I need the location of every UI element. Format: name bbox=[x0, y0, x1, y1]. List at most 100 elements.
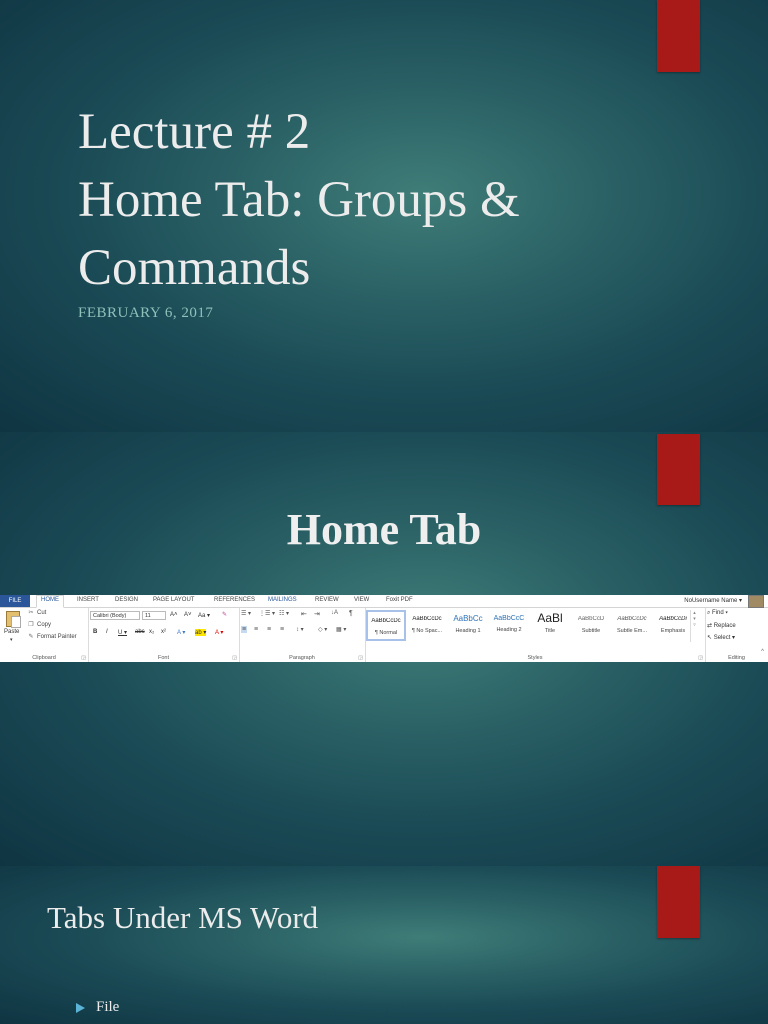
styles-gallery: AaBbCcDc ¶ Normal AaBbCcDc ¶ No Spac... Aa… bbox=[365, 609, 698, 643]
font-size-select[interactable]: 11 bbox=[142, 611, 166, 620]
copy-button[interactable]: ❐ Copy bbox=[27, 621, 51, 628]
subscript-button[interactable]: x₂ bbox=[149, 629, 154, 635]
group-label: Clipboard bbox=[32, 655, 56, 661]
find-label: Find ▾ bbox=[712, 610, 728, 616]
more-icon[interactable]: ▿ bbox=[691, 622, 698, 628]
title-line: Lecture # 2 bbox=[78, 104, 311, 160]
font-group: Calibri (Body) 11 A˄ A˅ Aa ▾ ✎ B I U ▾ a… bbox=[88, 608, 240, 662]
underline-button[interactable]: U ▾ bbox=[118, 629, 127, 636]
format-painter-label: Format Painter bbox=[37, 634, 77, 640]
tab-references[interactable]: REFERENCES bbox=[214, 597, 255, 603]
strikethrough-button[interactable]: abc bbox=[135, 629, 145, 635]
style-no-spacing[interactable]: AaBbCcDc ¶ No Spac... bbox=[407, 610, 447, 641]
replace-button[interactable]: ⇄ Replace bbox=[707, 622, 736, 629]
tab-foxit-pdf[interactable]: Foxit PDF bbox=[386, 597, 413, 603]
align-right-button[interactable]: ≡ bbox=[267, 626, 271, 633]
slide-3: Tabs Under MS Word File bbox=[0, 866, 768, 1024]
borders-button[interactable]: ▦ ▾ bbox=[336, 626, 346, 633]
justify-button[interactable]: ≡ bbox=[280, 626, 284, 633]
tab-design[interactable]: DESIGN bbox=[115, 597, 138, 603]
paragraph-group: ☰ ▾ ⋮☰ ▾ ☷ ▾ ⇤ ⇥ ↓A ¶ ≡ ≡ ≡ ≡ ↕ ▾ ◇ ▾ ▦ … bbox=[239, 608, 366, 662]
shrink-font-button[interactable]: A˅ bbox=[184, 612, 192, 618]
style-name: ¶ Normal bbox=[374, 630, 398, 636]
avatar[interactable] bbox=[748, 595, 764, 608]
tab-file[interactable]: FILE bbox=[0, 595, 30, 607]
slide-1: Lecture # 2 Home Tab: Groups & Commands … bbox=[0, 0, 768, 432]
dialog-launcher-icon[interactable]: ◲ bbox=[81, 655, 86, 661]
style-preview: AaBbCcDi bbox=[659, 616, 687, 622]
numbering-button[interactable]: ⋮☰ ▾ bbox=[259, 610, 275, 617]
style-name: Heading 1 bbox=[455, 628, 481, 634]
style-subtle-emphasis[interactable]: AaBbCcDc Subtle Em... bbox=[612, 610, 652, 641]
superscript-button[interactable]: x² bbox=[161, 629, 166, 635]
slide-2: Home Tab FILE HOME INSERT DESIGN PAGE LA… bbox=[0, 432, 768, 866]
line-spacing-button[interactable]: ↕ ▾ bbox=[296, 626, 304, 633]
dialog-launcher-icon[interactable]: ◲ bbox=[232, 655, 237, 661]
tab-view[interactable]: VIEW bbox=[354, 597, 369, 603]
gallery-scrollbar[interactable]: ▴ ▾ ▿ bbox=[690, 610, 698, 642]
grow-font-button[interactable]: A˄ bbox=[170, 612, 178, 618]
style-emphasis[interactable]: AaBbCcDi Emphasis bbox=[653, 610, 693, 641]
accent-block bbox=[657, 0, 700, 72]
font-color-button[interactable]: A ▾ bbox=[215, 629, 223, 636]
select-button[interactable]: ↖ Select ▾ bbox=[707, 634, 735, 641]
style-normal[interactable]: AaBbCcDc ¶ Normal bbox=[366, 610, 406, 641]
font-name-select[interactable]: Calibri (Body) bbox=[90, 611, 140, 620]
bullet-text: File bbox=[96, 999, 120, 1015]
clear-formatting-button[interactable]: ✎ bbox=[222, 611, 227, 618]
chevron-down-icon: ▾ bbox=[10, 637, 13, 643]
bullets-button[interactable]: ☰ ▾ bbox=[241, 610, 251, 617]
format-painter-button[interactable]: ✎ Format Painter bbox=[27, 633, 77, 640]
editing-group: ⌕ Find ▾ ⇄ Replace ↖ Select ▾ Editing ^ bbox=[705, 608, 768, 662]
cut-button[interactable]: ✂ Cut bbox=[27, 609, 46, 616]
style-heading-1[interactable]: AaBbCc Heading 1 bbox=[448, 610, 488, 641]
title-line: Commands bbox=[78, 240, 311, 296]
paste-button[interactable]: Paste ▾ bbox=[4, 610, 22, 646]
style-preview: AaBbCcDc bbox=[371, 618, 401, 624]
replace-icon: ⇄ bbox=[707, 623, 714, 629]
tab-home[interactable]: HOME bbox=[36, 595, 64, 608]
accent-block bbox=[657, 434, 700, 505]
tab-page-layout[interactable]: PAGE LAYOUT bbox=[153, 597, 194, 603]
copy-label: Copy bbox=[37, 622, 52, 628]
collapse-ribbon-icon[interactable]: ^ bbox=[761, 649, 764, 655]
tab-review[interactable]: REVIEW bbox=[315, 597, 339, 603]
align-left-button[interactable]: ≡ bbox=[241, 626, 248, 633]
find-button[interactable]: ⌕ Find ▾ bbox=[707, 610, 728, 617]
increase-indent-button[interactable]: ⇥ bbox=[314, 610, 320, 618]
style-title[interactable]: AaBl Title bbox=[530, 610, 570, 641]
shading-button[interactable]: ◇ ▾ bbox=[318, 626, 327, 633]
style-subtitle[interactable]: AaBbCcD Subtitle bbox=[571, 610, 611, 641]
dialog-launcher-icon[interactable]: ◲ bbox=[698, 655, 703, 661]
user-name[interactable]: NoUsername Name ▾ bbox=[684, 597, 742, 604]
copy-icon: ❐ bbox=[28, 622, 34, 628]
bold-button[interactable]: B bbox=[93, 629, 97, 635]
slide-date: FEBRUARY 6, 2017 bbox=[78, 305, 214, 321]
group-label: Font bbox=[157, 655, 169, 661]
change-case-button[interactable]: Aa ▾ bbox=[198, 612, 210, 619]
bullet-item: File bbox=[76, 999, 119, 1016]
slide-title: Tabs Under MS Word bbox=[47, 900, 319, 935]
style-preview: AaBl bbox=[537, 611, 563, 625]
style-preview: AaBbCcC bbox=[493, 615, 525, 622]
decrease-indent-button[interactable]: ⇤ bbox=[301, 610, 307, 618]
highlight-button[interactable]: ab ▾ bbox=[195, 629, 207, 636]
styles-group: AaBbCcDc ¶ Normal AaBbCcDc ¶ No Spac... Aa… bbox=[365, 608, 706, 662]
show-marks-button[interactable]: ¶ bbox=[349, 610, 353, 617]
group-label: Paragraph bbox=[289, 655, 315, 661]
multilevel-list-button[interactable]: ☷ ▾ bbox=[279, 610, 289, 617]
center-button[interactable]: ≡ bbox=[254, 626, 258, 633]
style-name: Subtle Em... bbox=[617, 628, 647, 634]
slide-title: Home Tab bbox=[286, 505, 482, 554]
italic-button[interactable]: I bbox=[106, 629, 108, 635]
style-preview: AaBbCc bbox=[453, 614, 483, 623]
tab-mailings[interactable]: MAILINGS bbox=[268, 597, 297, 603]
sort-button[interactable]: ↓A bbox=[331, 610, 338, 616]
style-preview: AaBbCcD bbox=[577, 616, 605, 622]
dialog-launcher-icon[interactable]: ◲ bbox=[358, 655, 363, 661]
text-effects-button[interactable]: A ▾ bbox=[177, 629, 185, 636]
word-ribbon-screenshot: FILE HOME INSERT DESIGN PAGE LAYOUT REFE… bbox=[0, 595, 768, 662]
slide-title: Lecture # 2 Home Tab: Groups & Commands bbox=[78, 98, 520, 302]
tab-insert[interactable]: INSERT bbox=[77, 597, 99, 603]
style-heading-2[interactable]: AaBbCcC Heading 2 bbox=[489, 610, 529, 641]
